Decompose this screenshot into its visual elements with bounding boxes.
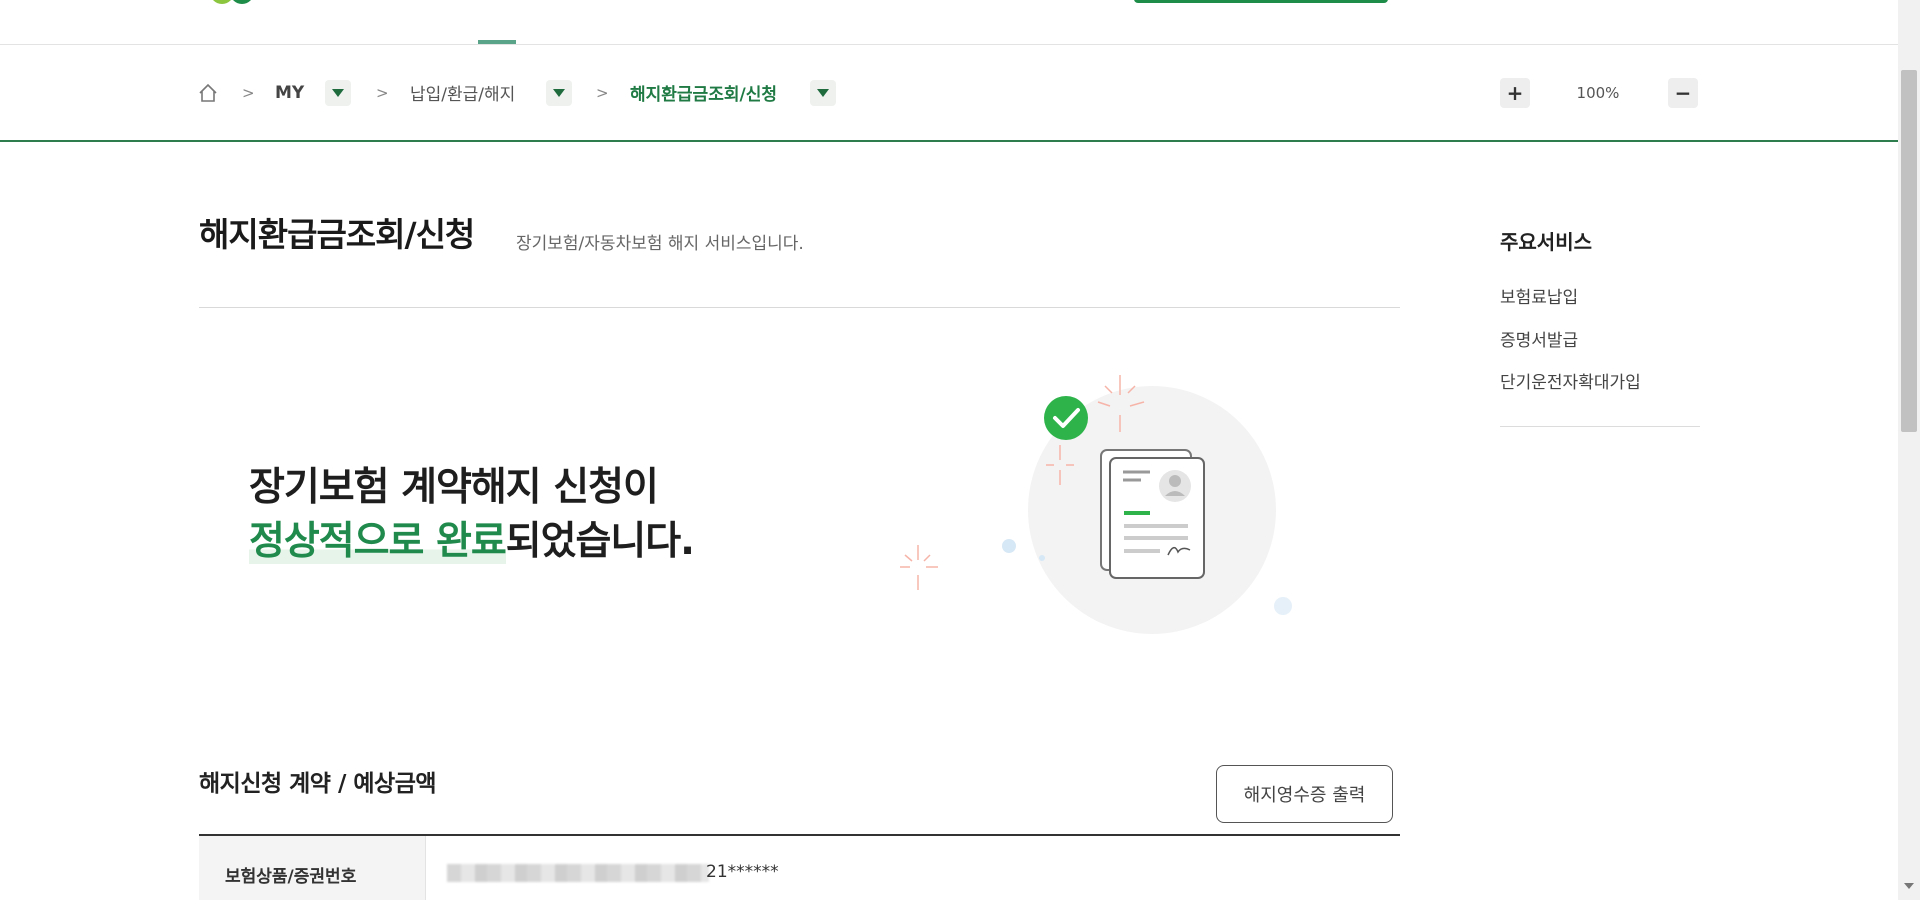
print-receipt-button[interactable]: 해지영수증 출력 — [1216, 765, 1393, 823]
breadcrumb-dropdown-payment[interactable] — [546, 79, 572, 106]
breadcrumb-dropdown-current[interactable] — [810, 79, 836, 106]
policy-number-value: 21****** — [706, 862, 779, 882]
section-title: 해지신청 계약 / 예상금액 — [199, 771, 437, 797]
chevron-down-icon — [332, 88, 344, 97]
home-icon[interactable] — [198, 45, 218, 140]
brand-logo[interactable] — [212, 0, 282, 6]
completion-message-line2: 정상적으로 완료되었습니다. — [249, 510, 695, 566]
scroll-down-arrow-icon[interactable] — [1904, 883, 1914, 889]
breadcrumb-separator: > — [596, 83, 609, 102]
sidebar-item-premium-payment[interactable]: 보험료납입 — [1500, 283, 1578, 308]
breadcrumb-dropdown-my[interactable] — [325, 79, 351, 106]
completion-highlight: 정상적으로 완료 — [249, 519, 507, 564]
masked-product-name — [447, 864, 709, 882]
chevron-down-icon — [553, 88, 565, 97]
zoom-level: 100% — [1576, 84, 1620, 102]
title-divider — [199, 307, 1400, 308]
page-description: 장기보험/자동차보험 해지 서비스입니다. — [516, 234, 804, 254]
zoom-in-button[interactable]: + — [1500, 78, 1530, 108]
breadcrumb-item-my[interactable]: MY — [275, 45, 304, 140]
sidebar-title: 주요서비스 — [1500, 230, 1592, 254]
table-header-label: 보험상품/증권번호 — [225, 867, 357, 887]
breadcrumb-item-current[interactable]: 해지환급금조회/신청 — [630, 45, 777, 140]
breadcrumb-bar: > MY > 납입/환급/해지 > 해지환급금조회/신청 + 100% − — [0, 45, 1898, 142]
breadcrumb-separator: > — [242, 83, 255, 102]
sidebar-item-certificate[interactable]: 증명서발급 — [1500, 326, 1578, 351]
document-complete-illustration — [900, 375, 1292, 634]
sidebar-item-short-term-driver[interactable]: 단기운전자확대가입 — [1500, 368, 1641, 393]
header-action-button[interactable] — [1134, 0, 1388, 3]
site-header — [0, 0, 1898, 45]
breadcrumb-separator: > — [376, 83, 389, 102]
page-title: 해지환급금조회/신청 — [199, 215, 475, 254]
chevron-down-icon — [817, 88, 829, 97]
breadcrumb-item-payment[interactable]: 납입/환급/해지 — [410, 45, 515, 140]
check-badge-icon — [1044, 396, 1088, 440]
completion-rest: 되었습니다. — [505, 519, 695, 564]
completion-message-line1: 장기보험 계약해지 신청이 — [249, 465, 659, 510]
zoom-out-button[interactable]: − — [1668, 78, 1698, 108]
active-nav-indicator — [478, 40, 516, 44]
sidebar-divider — [1500, 426, 1700, 427]
minus-icon: − — [1674, 81, 1692, 105]
scrollbar-thumb[interactable] — [1901, 70, 1917, 432]
plus-icon: + — [1506, 81, 1524, 105]
